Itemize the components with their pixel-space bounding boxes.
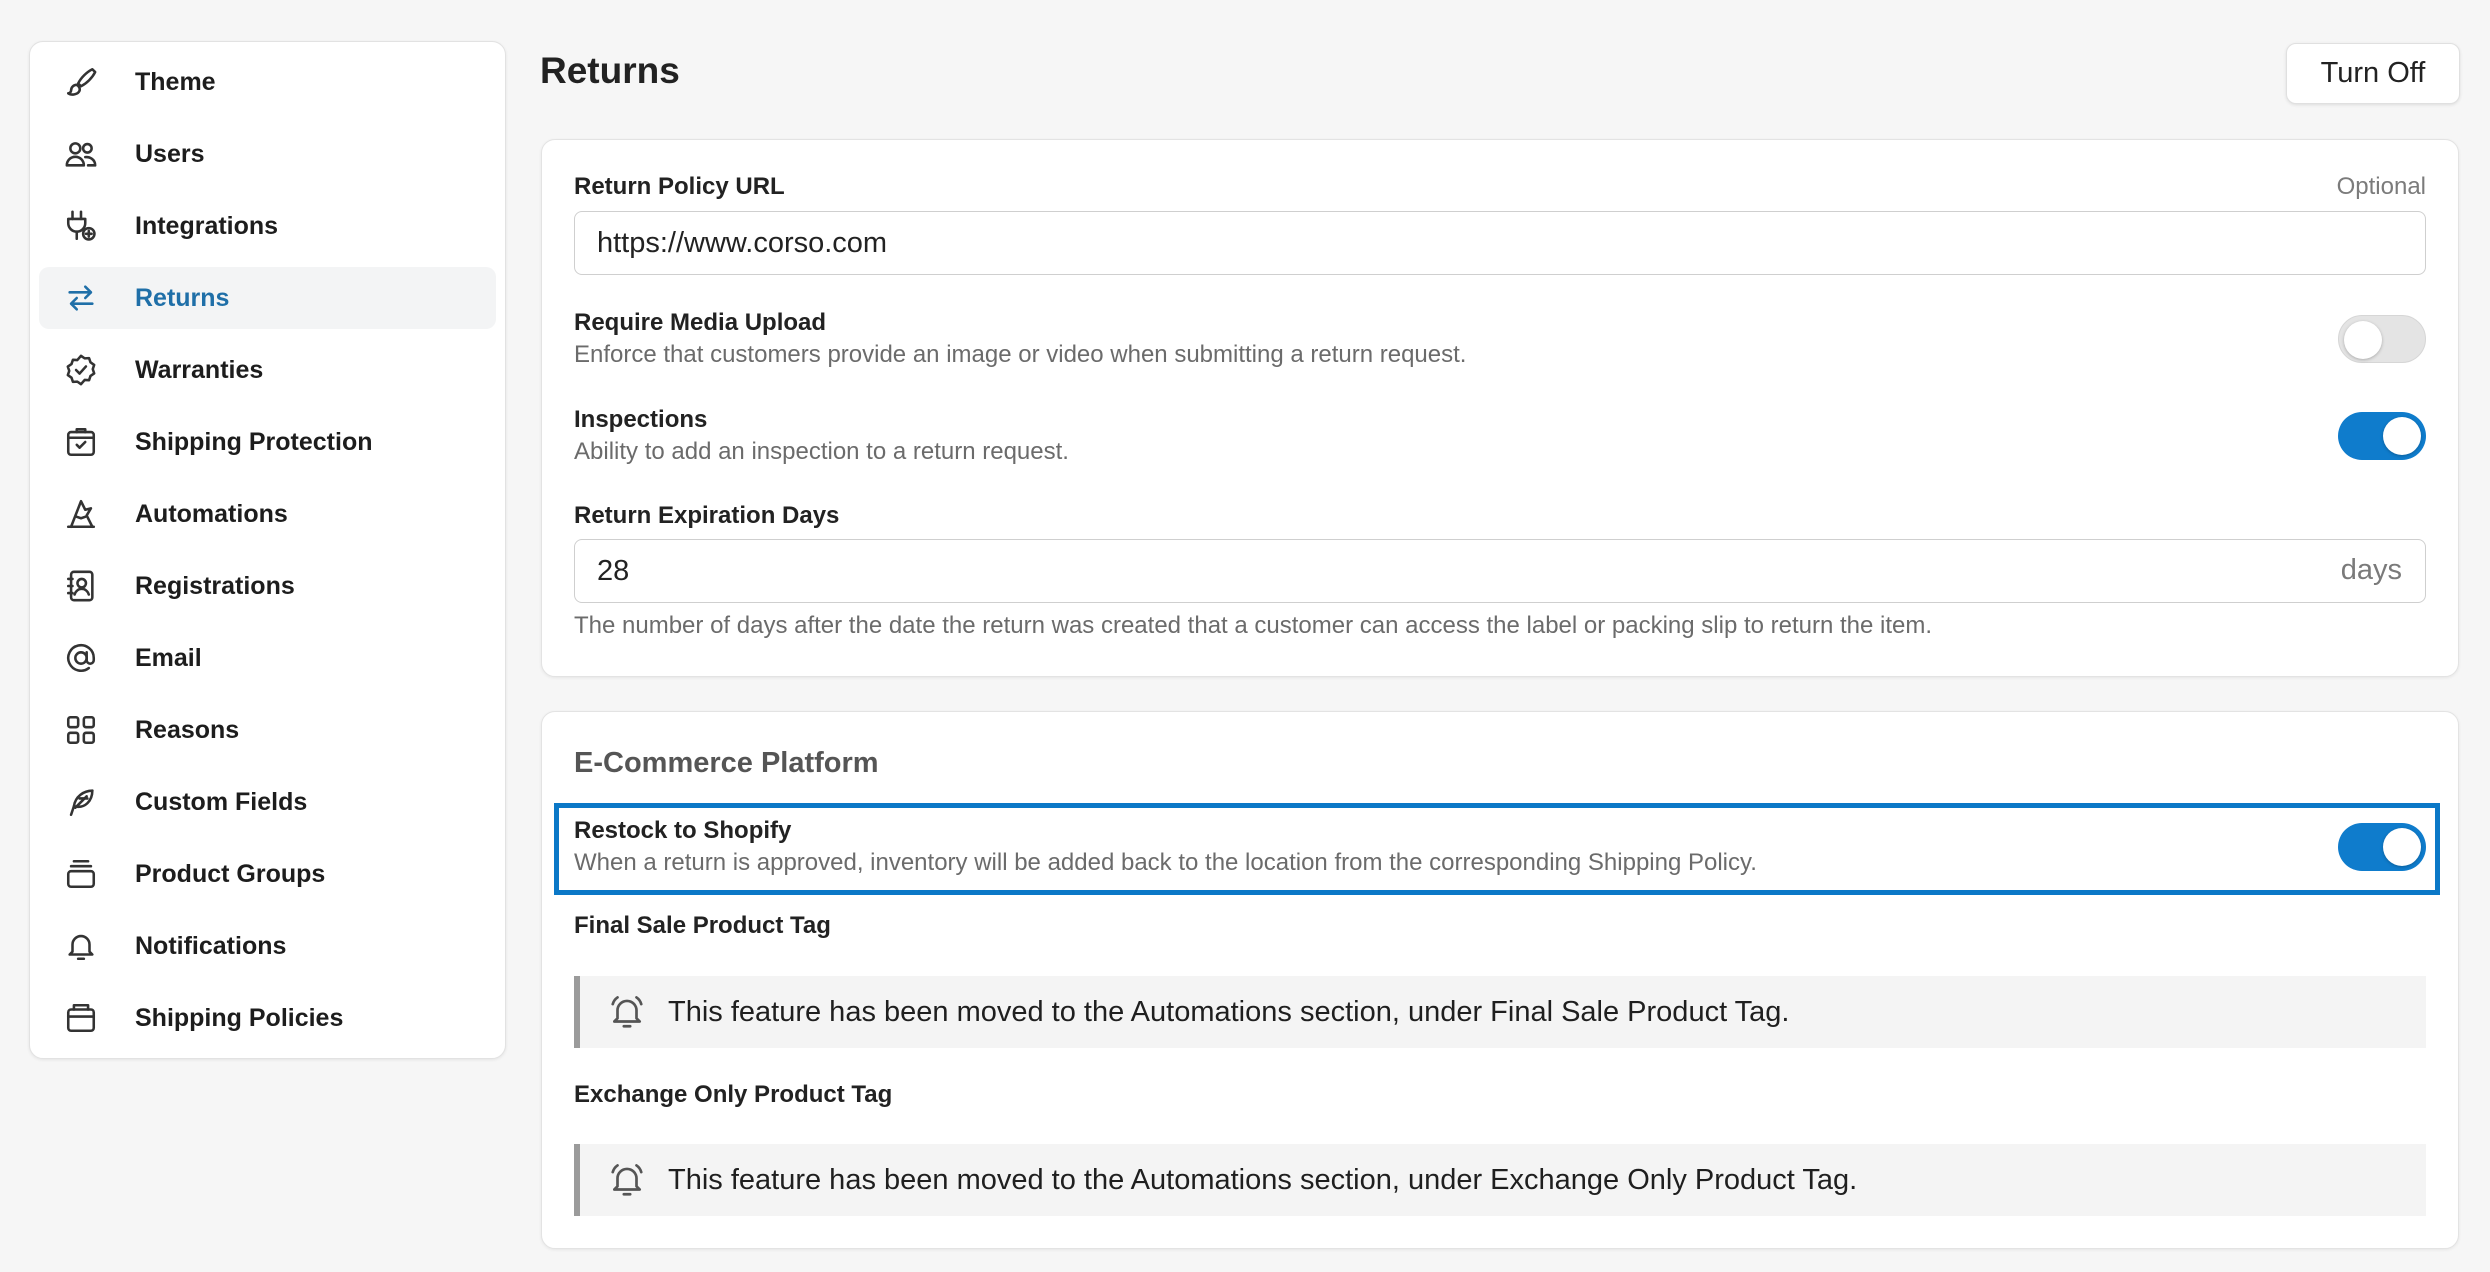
final-sale-product-tag-label: Final Sale Product Tag [574,912,831,939]
bell-ringing-icon [608,1161,646,1199]
settings-sidebar: Theme Users Integrations Returns Warrant… [29,41,506,1059]
return-expiration-days-label: Return Expiration Days [574,502,840,529]
notice-text: This feature has been moved to the Autom… [668,995,1790,1028]
sidebar-item-theme[interactable]: Theme [39,51,496,113]
sidebar-item-integrations[interactable]: Integrations [39,195,496,257]
toggle-knob [2383,417,2421,455]
sidebar-item-label: Returns [135,283,230,312]
arrows-exchange-icon [62,279,100,317]
package-check-icon [62,423,100,461]
restock-to-shopify-label: Restock to Shopify [574,817,792,844]
return-expiration-days-help: The number of days after the date the re… [574,612,1933,639]
inspections-toggle[interactable] [2338,412,2426,460]
stack-icon [62,855,100,893]
exchange-only-moved-notice: This feature has been moved to the Autom… [574,1144,2426,1216]
sidebar-item-label: Registrations [135,571,295,600]
sidebar-item-automations[interactable]: Automations [39,483,496,545]
inspections-description: Ability to add an inspection to a return… [574,438,1069,465]
sidebar-item-label: Warranties [135,355,264,384]
sidebar-item-label: Automations [135,499,288,528]
days-suffix: days [2340,554,2402,586]
at-sign-icon [62,639,100,677]
sidebar-item-returns[interactable]: Returns [39,267,496,329]
sidebar-item-label: Integrations [135,211,279,240]
require-media-upload-label: Require Media Upload [574,309,827,336]
sidebar-item-product-groups[interactable]: Product Groups [39,843,496,905]
sidebar-item-label: Users [135,139,205,168]
feather-icon [62,783,100,821]
box-icon [62,999,100,1037]
return-expiration-days-input[interactable] [574,539,2426,603]
turn-off-button[interactable]: Turn Off [2286,43,2460,104]
optional-label: Optional [2336,173,2426,200]
exchange-only-product-tag-label: Exchange Only Product Tag [574,1081,893,1108]
sidebar-item-custom-fields[interactable]: Custom Fields [39,771,496,833]
brush-icon [62,63,100,101]
sidebar-item-label: Email [135,643,202,672]
returns-settings-card: Return Policy URL Optional Require Media… [541,139,2459,677]
bell-ringing-icon [608,993,646,1031]
require-media-upload-description: Enforce that customers provide an image … [574,341,1467,368]
sidebar-item-label: Shipping Policies [135,1003,344,1032]
bell-icon [62,927,100,965]
require-media-upload-toggle[interactable] [2338,315,2426,363]
restock-to-shopify-toggle[interactable] [2338,823,2426,871]
sidebar-item-notifications[interactable]: Notifications [39,915,496,977]
wizard-hat-icon [62,495,100,533]
sidebar-item-shipping-policies[interactable]: Shipping Policies [39,987,496,1049]
sidebar-item-label: Notifications [135,931,287,960]
notice-text: This feature has been moved to the Autom… [668,1163,1858,1196]
return-policy-url-input[interactable] [574,211,2426,275]
sidebar-item-label: Custom Fields [135,787,308,816]
restock-to-shopify-description: When a return is approved, inventory wil… [574,849,1757,876]
sidebar-item-label: Theme [135,67,216,96]
ecommerce-platform-card: E-Commerce Platform Restock to Shopify W… [541,711,2459,1249]
users-icon [62,135,100,173]
toggle-knob [2344,321,2382,359]
plug-icon [62,207,100,245]
toggle-knob [2383,828,2421,866]
sidebar-item-label: Product Groups [135,859,326,888]
return-policy-url-label: Return Policy URL [574,173,785,200]
grid-icon [62,711,100,749]
inspections-label: Inspections [574,406,708,433]
sidebar-item-users[interactable]: Users [39,123,496,185]
sidebar-item-warranties[interactable]: Warranties [39,339,496,401]
sidebar-item-label: Shipping Protection [135,427,373,456]
badge-check-icon [62,351,100,389]
final-sale-moved-notice: This feature has been moved to the Autom… [574,976,2426,1048]
sidebar-item-label: Reasons [135,715,240,744]
sidebar-item-registrations[interactable]: Registrations [39,555,496,617]
sidebar-item-email[interactable]: Email [39,627,496,689]
sidebar-item-shipping-protection[interactable]: Shipping Protection [39,411,496,473]
page-title: Returns [540,50,680,91]
ecommerce-platform-title: E-Commerce Platform [574,747,879,779]
contact-card-icon [62,567,100,605]
sidebar-item-reasons[interactable]: Reasons [39,699,496,761]
